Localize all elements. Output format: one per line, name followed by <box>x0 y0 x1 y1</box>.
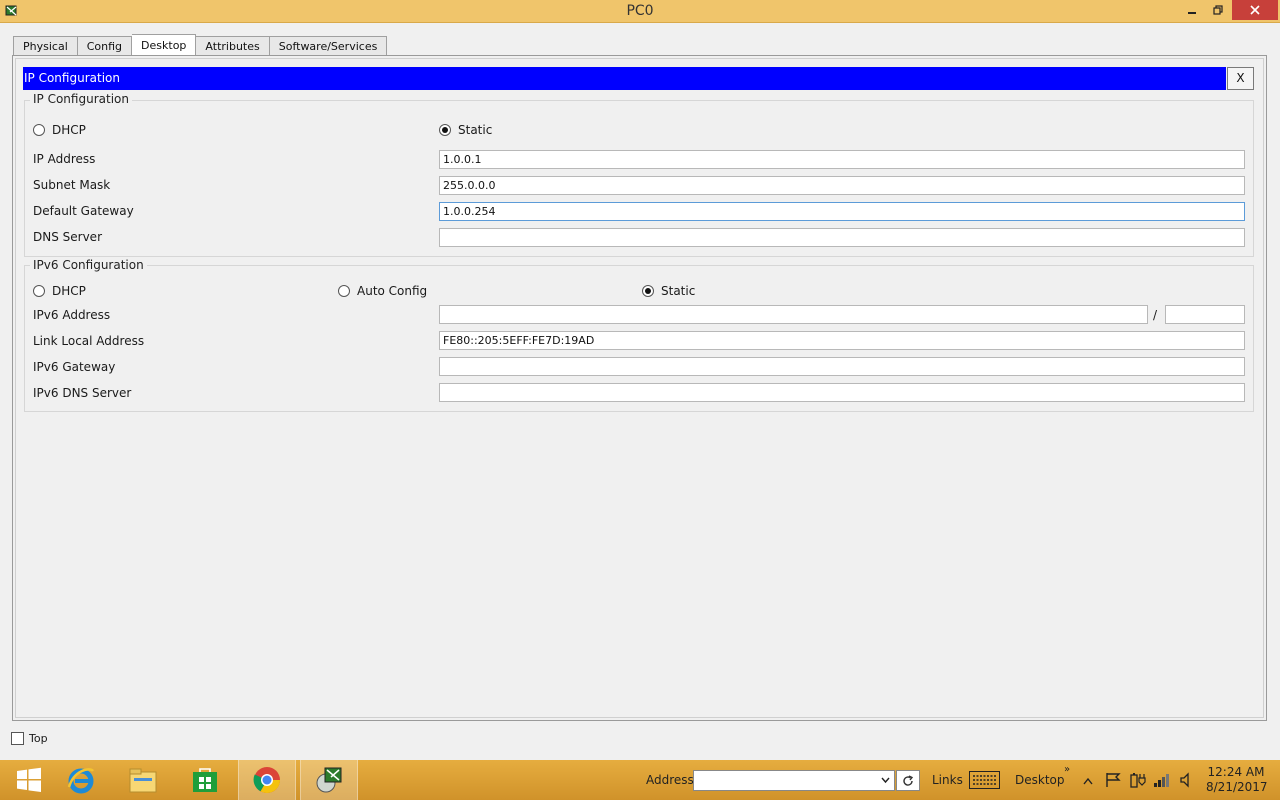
ipv6-prefix-length-input[interactable] <box>1165 305 1245 324</box>
ipv6-gateway-input[interactable] <box>439 357 1245 376</box>
close-window-button[interactable] <box>1232 0 1278 20</box>
dns-server-label: DNS Server <box>33 230 102 244</box>
ipv6-group-title: IPv6 Configuration <box>30 258 147 272</box>
clock-time: 12:24 AM <box>1207 765 1265 779</box>
battery-plug-icon <box>1130 773 1146 788</box>
ip-configuration-header: IP Configuration <box>23 67 1226 90</box>
address-refresh-button[interactable] <box>896 770 920 791</box>
ipv6-gateway-label: IPv6 Gateway <box>33 360 116 374</box>
ipv6-static-radio[interactable]: Static <box>642 284 695 298</box>
device-tabs: Physical Config Desktop Attributes Softw… <box>13 34 388 56</box>
ipv6-address-label: IPv6 Address <box>33 308 111 322</box>
ipv6-dns-server-label: IPv6 DNS Server <box>33 386 132 400</box>
tab-software-services[interactable]: Software/Services <box>269 36 388 56</box>
network-status-button[interactable] <box>1153 772 1171 791</box>
taskbar-packet-tracer[interactable] <box>300 760 358 800</box>
signal-bars-icon <box>1154 774 1169 787</box>
touch-keyboard-button[interactable] <box>969 771 1000 792</box>
ipv6-dns-server-input[interactable] <box>439 383 1245 402</box>
desktop-toolbar-label[interactable]: Desktop <box>1015 773 1065 787</box>
address-input[interactable] <box>693 770 895 791</box>
minimize-icon <box>1188 12 1196 14</box>
taskbar-store[interactable] <box>176 760 234 800</box>
tab-desktop[interactable]: Desktop <box>132 34 197 56</box>
ip-address-input[interactable] <box>439 150 1245 169</box>
top-checkbox-label: Top <box>29 732 48 745</box>
taskbar-chrome[interactable] <box>238 760 296 800</box>
window-title: PC0 <box>626 3 654 19</box>
taskbar-internet-explorer[interactable] <box>52 760 110 800</box>
volume-button[interactable] <box>1179 772 1193 791</box>
subnet-mask-input[interactable] <box>439 176 1245 195</box>
file-explorer-icon <box>129 768 157 793</box>
checkbox-box <box>11 732 24 745</box>
power-status-button[interactable] <box>1129 771 1147 792</box>
taskbar: Address Links Desktop » <box>0 760 1280 800</box>
link-local-address-label: Link Local Address <box>33 334 145 348</box>
link-local-address-input[interactable] <box>439 331 1245 350</box>
title-bar: PC0 <box>0 0 1280 23</box>
clock-date: 8/21/2017 <box>1206 780 1268 794</box>
flag-icon <box>1106 773 1121 787</box>
dns-server-input[interactable] <box>439 228 1245 247</box>
subnet-mask-label: Subnet Mask <box>33 178 111 192</box>
show-hidden-icons-button[interactable] <box>1083 774 1093 788</box>
start-button[interactable] <box>0 760 58 800</box>
ipv4-dhcp-radio[interactable]: DHCP <box>33 123 86 137</box>
chrome-icon <box>253 767 281 794</box>
ip-address-label: IP Address <box>33 152 96 166</box>
ipv6-auto-config-radio[interactable]: Auto Config <box>338 284 427 298</box>
chevron-down-icon[interactable] <box>881 777 890 784</box>
packet-tracer-icon <box>316 767 342 793</box>
action-center-button[interactable] <box>1105 772 1123 791</box>
minimize-button[interactable] <box>1180 0 1204 20</box>
tab-config[interactable]: Config <box>77 36 133 56</box>
chevron-up-icon <box>1083 777 1093 785</box>
address-toolbar-label: Address <box>646 773 694 787</box>
speaker-icon <box>1180 772 1189 788</box>
taskbar-file-explorer[interactable] <box>114 760 172 800</box>
store-icon <box>193 768 217 792</box>
default-gateway-input[interactable] <box>439 202 1245 221</box>
ipv4-static-radio[interactable]: Static <box>439 123 492 137</box>
internet-explorer-icon <box>67 768 94 794</box>
keyboard-icon <box>969 771 1000 789</box>
ipv6-dhcp-radio[interactable]: DHCP <box>33 284 86 298</box>
restore-button[interactable] <box>1206 0 1230 20</box>
tab-physical[interactable]: Physical <box>13 36 78 56</box>
tab-attributes[interactable]: Attributes <box>196 36 270 56</box>
ipv6-address-input[interactable] <box>439 305 1148 324</box>
start-icon <box>17 767 41 792</box>
restore-icon <box>1213 5 1223 15</box>
toolbar-overflow-chevron-icon[interactable]: » <box>1064 764 1070 775</box>
taskbar-clock[interactable]: 12:24 AM 8/21/2017 <box>1206 765 1268 795</box>
ipv4-group-title: IP Configuration <box>30 92 132 106</box>
prefix-separator: / <box>1153 308 1158 322</box>
refresh-icon <box>903 774 914 786</box>
top-checkbox[interactable]: Top <box>11 732 48 745</box>
close-icon <box>1250 5 1260 15</box>
default-gateway-label: Default Gateway <box>33 204 134 218</box>
ip-configuration-close-button[interactable]: X <box>1227 67 1254 90</box>
links-toolbar-label: Links <box>932 773 963 787</box>
